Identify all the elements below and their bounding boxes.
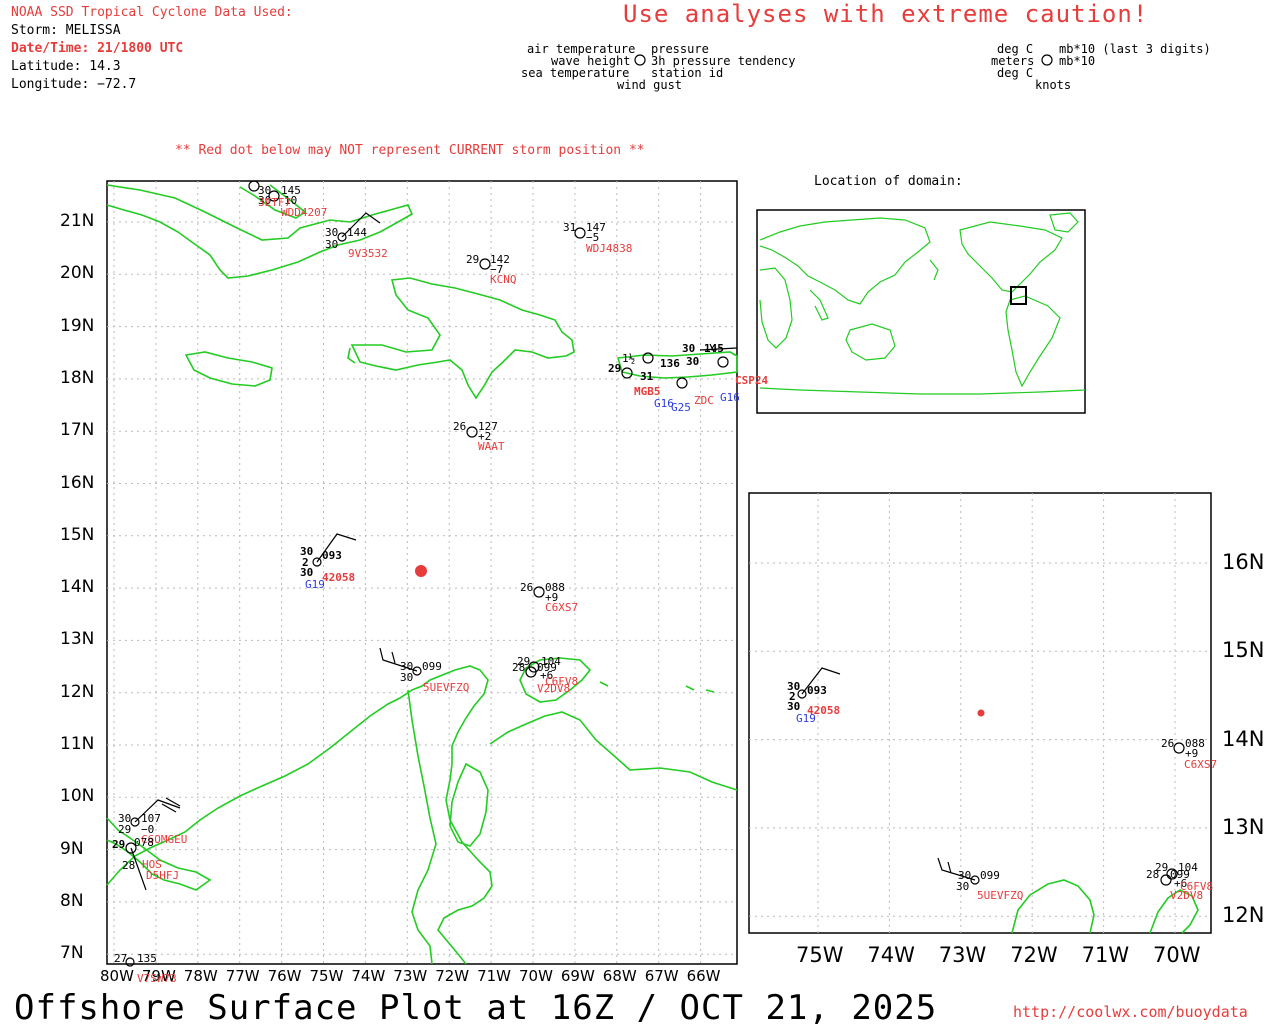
lat-tick-label: 7N [60, 943, 84, 964]
station-pressure: 136 [660, 357, 680, 370]
station-pressure: 145 [704, 342, 724, 355]
zoom-station-air-temp: 26 [1161, 737, 1175, 750]
lon-tick-label: 80W [100, 967, 134, 985]
lon-tick-label: 76W [267, 967, 302, 985]
lat-tick-label: 10N [60, 786, 95, 807]
storm-position-dot[interactable] [415, 565, 427, 577]
lat-tick-label: 18N [60, 367, 95, 388]
lat-tick-label: 12N [60, 681, 95, 702]
station-gust[interactable]: G19 [305, 578, 325, 591]
zoom-station-id[interactable]: 5UEVFZQ [977, 889, 1023, 902]
station-gust[interactable]: G16 [720, 391, 740, 404]
station-air-temp: 30 [686, 355, 700, 368]
lat-tick-label: 13N [60, 629, 95, 650]
zoom-lon-tick-label: 71W [1081, 943, 1130, 967]
station-id[interactable]: 9V3532 [348, 247, 388, 260]
lat-tick-label: 9N [60, 838, 84, 859]
station-air-temp: 1½ [622, 352, 636, 365]
zoom-lon-tick-label: 72W [1010, 943, 1058, 967]
station-air-temp: 29 [466, 253, 480, 266]
inset-frame [756, 209, 1086, 414]
station-id[interactable]: D5HFJ [146, 869, 179, 882]
lon-tick-label: 70W [519, 967, 553, 985]
lat-tick-label: 11N [60, 734, 95, 754]
zoom-station-pressure: 093 [807, 684, 827, 697]
station-pressure: 093 [322, 549, 342, 562]
zoom-lon-tick-label: 74W [867, 943, 915, 967]
lat-tick-label: 19N [60, 315, 95, 336]
lat-tick-label: 15N [60, 524, 95, 545]
plot-title: Offshore Surface Plot at 16Z / OCT 21, 2… [14, 988, 938, 1028]
lon-tick-label: 68W [602, 967, 637, 985]
station-air-temp: 26 [453, 420, 467, 433]
map-canvas [106, 54, 1212, 967]
zoom-lon-tick-label: 73W [938, 943, 987, 967]
main-map [106, 180, 738, 967]
station-air-temp: 30 [682, 342, 696, 355]
station-pressure: 144 [347, 226, 367, 239]
lon-tick-label: 75W [309, 967, 344, 985]
zoom-station-id[interactable]: C6XS7 [1184, 758, 1217, 771]
zoom-lat-tick-label: 16N [1222, 550, 1265, 574]
station-id[interactable]: WDJ4838 [586, 242, 632, 255]
zoom-station-id[interactable]: V2DV8 [1170, 889, 1203, 902]
zoom-station-gust[interactable]: G19 [796, 712, 816, 725]
station-air-temp: 29 [608, 362, 622, 375]
lon-tick-label: 78W [183, 967, 218, 985]
lon-tick-label: 77W [225, 967, 260, 985]
station-sea-temp: 31 [640, 370, 654, 383]
lat-tick-label: 20N [60, 263, 95, 284]
station-sea-temp: 28 [122, 859, 136, 872]
lat-tick-label: 8N [60, 890, 84, 911]
station-id[interactable]: V2DV8 [537, 682, 570, 695]
lat-tick-label: 16N [60, 472, 95, 493]
station-pressure: 135 [137, 952, 157, 965]
lon-tick-label: 73W [393, 967, 428, 985]
zoom-lat-tick-label: 14N [1222, 726, 1265, 751]
lon-tick-label: 69W [560, 967, 595, 985]
zoom-lat-tick-label: 15N [1222, 638, 1265, 663]
inset-world-map [756, 209, 1086, 414]
zoom-station-air-temp: 28 [1146, 868, 1160, 881]
station-air-temp: 29 [112, 838, 126, 851]
zoom-station-sea-temp: 30 [956, 880, 970, 893]
zoom-lat-tick-label: 12N [1222, 903, 1265, 928]
lon-tick-label: 74W [351, 967, 386, 985]
station-pressure: 078 [134, 836, 154, 849]
station-gust[interactable]: G25 [671, 401, 691, 414]
zoom-lon-tick-label: 75W [796, 943, 844, 967]
station-id[interactable]: 42058 [322, 571, 355, 584]
station-id[interactable]: WAAT [478, 440, 505, 453]
station-air-temp: 27 [114, 952, 128, 965]
legend-station-circle [634, 54, 646, 66]
zoom-lon-tick-label: 70W [1153, 943, 1201, 967]
station-air-temp: 26 [520, 581, 534, 594]
legend-station-circle-units [1041, 54, 1053, 66]
station-id[interactable]: KCNQ [490, 273, 517, 286]
station-sea-temp: 30 [325, 238, 339, 251]
lat-tick-label: 14N [60, 577, 95, 598]
station-id[interactable]: V7SW73 [137, 972, 177, 985]
station-pressure: 099 [422, 660, 442, 673]
station-air-temp: 28 [512, 661, 526, 674]
lat-tick-label: 17N [60, 420, 95, 441]
zoom-station-pressure: 099 [980, 869, 1000, 882]
station-id-cluster[interactable]: ZDC [694, 394, 714, 407]
lat-tick-label: 21N [60, 211, 95, 231]
station-id[interactable]: C6XS7 [545, 601, 578, 614]
station-sea-temp: 29 [118, 823, 132, 836]
lon-tick-label: 66W [686, 967, 721, 985]
station-air-temp: 31 [563, 221, 577, 234]
station-id[interactable]: CSP24 [735, 374, 768, 387]
station-id[interactable]: WDD4207 [281, 206, 327, 219]
lon-tick-label: 67W [644, 967, 679, 985]
station-id[interactable]: 5UEVFZQ [423, 681, 469, 694]
zoom-storm-position-dot[interactable] [977, 709, 985, 717]
zoom-lat-tick-label: 13N [1222, 814, 1265, 839]
lon-tick-label: 72W [435, 967, 470, 985]
source-url[interactable]: http://coolwx.com/buoydata [1013, 1003, 1248, 1021]
station-sea-temp: 30 [400, 671, 414, 684]
lon-tick-label: 71W [477, 967, 512, 985]
